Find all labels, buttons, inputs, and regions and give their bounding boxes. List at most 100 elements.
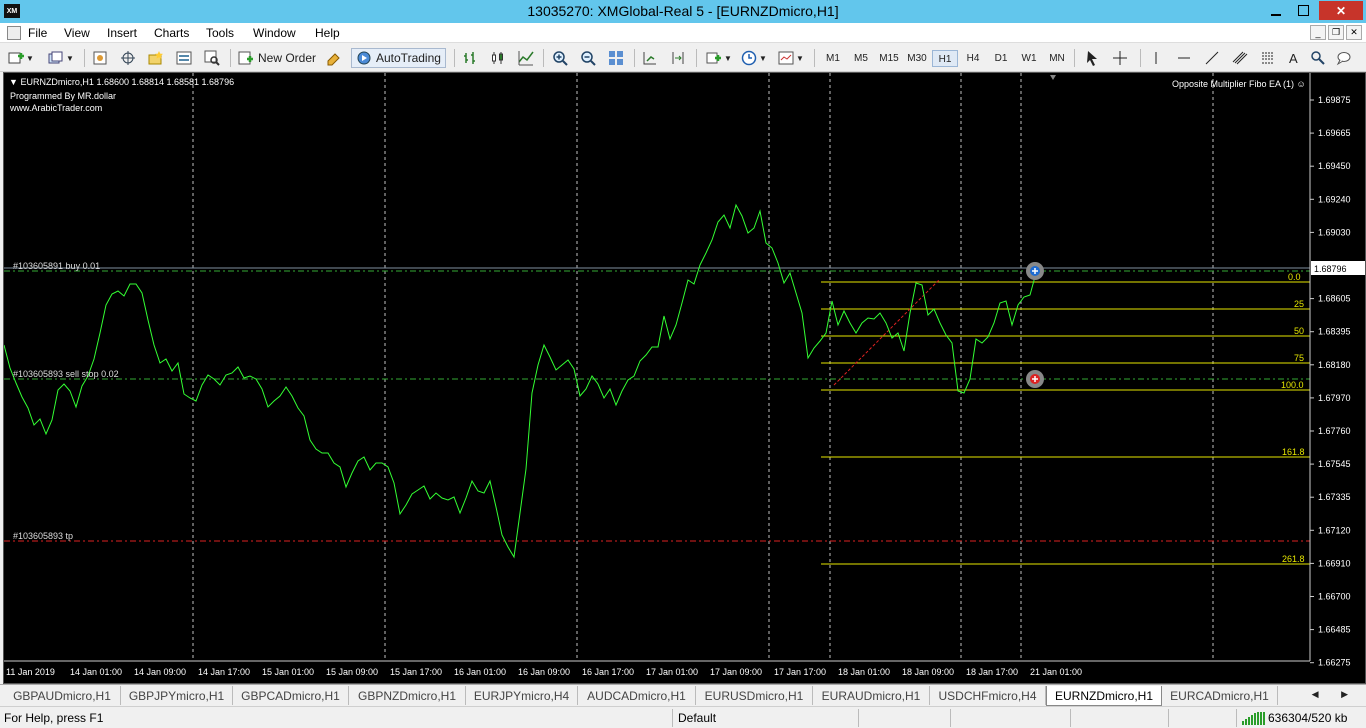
tab-gbpjpy-h1[interactable]: GBPJPYmicro,H1 [121,686,233,705]
star-folder-icon [148,51,163,65]
tab-scroll-arrows[interactable]: ◀ ▶ [1312,689,1358,700]
zoom-in-button[interactable] [552,48,568,68]
price-tick-label: 1.66485 [1318,625,1351,635]
timeframe-m5[interactable]: M5 [848,50,874,67]
time-tick-label: 18 Jan 01:00 [838,667,890,677]
tile-windows-button[interactable] [608,48,624,68]
time-tick-label: 16 Jan 09:00 [518,667,570,677]
tab-gbpcad-h1[interactable]: GBPCADmicro,H1 [233,686,349,705]
cursor-tool-button[interactable] [1084,48,1100,68]
mdi-close-button[interactable]: ✕ [1346,25,1362,40]
tab-gbpaud-h1[interactable]: GBPAUDmicro,H1 [4,686,121,705]
fibo-tool-button[interactable] [1260,48,1276,68]
timeframe-m15[interactable]: M15 [876,50,902,67]
fib-base-line [833,279,940,386]
periods-button[interactable]: ▼ [741,48,767,68]
bar-chart-button[interactable] [462,48,478,68]
label-tool-button[interactable] [1310,48,1326,68]
line-chart-icon [518,51,534,66]
timeframe-h4[interactable]: H4 [960,50,986,67]
chart-window-icon[interactable] [7,26,21,40]
expert-advisor-label[interactable]: Opposite Multiplier Fibo EA (1) ☺ [1172,79,1306,89]
price-axis-ticks: 1.69875 1.69665 1.69450 1.69240 1.69030 1.686… [1310,95,1351,668]
ea-comment-website: www.ArabicTrader.com [10,103,103,113]
maximize-icon [1298,5,1309,16]
tab-euraud-h1[interactable]: EURAUDmicro,H1 [813,686,930,705]
chart-shift-button[interactable] [670,48,686,68]
navigator-button[interactable] [120,48,136,68]
time-tick-label: 17 Jan 09:00 [710,667,762,677]
autotrading-button[interactable]: AutoTrading [351,48,446,68]
candlestick-chart-button[interactable] [490,48,506,68]
fib-label-0: 0.0 [1288,272,1301,282]
time-tick-label: 21 Jan 01:00 [1030,667,1082,677]
indicators-button[interactable]: ▼ [706,48,732,68]
tab-eurcad-h1[interactable]: EURCADmicro,H1 [1162,686,1278,705]
menu-file[interactable]: File [28,26,47,40]
terminal-button[interactable] [176,48,192,68]
time-tick-label: 16 Jan 17:00 [582,667,634,677]
tab-gbpnzd-h1[interactable]: GBPNZDmicro,H1 [349,686,466,705]
title-bar: XM 13035270: XMGlobal-Real 5 - [EURNZDmi… [0,0,1366,23]
tab-usdchf-h4[interactable]: USDCHFmicro,H4 [930,686,1046,705]
take-profit-label: #103605893 tp [13,531,74,541]
new-order-icon [238,51,253,65]
crosshair-tool-button[interactable] [1112,48,1128,68]
chart-canvas[interactable]: 1.69875 1.69665 1.69450 1.69240 1.69030 1.686… [4,73,1366,684]
crosshair-move-icon [121,51,135,65]
timeframe-m1[interactable]: M1 [820,50,846,67]
timeframe-h1[interactable]: H1 [932,50,958,67]
timeframe-mn[interactable]: MN [1044,50,1070,67]
time-tick-label: 14 Jan 09:00 [134,667,186,677]
new-chart-button[interactable]: ▼ [8,48,34,68]
timeframe-d1[interactable]: D1 [988,50,1014,67]
add-indicator-icon [706,52,721,64]
autotrading-icon [357,51,371,65]
ea-comment-author: Programmed By MR.dollar [10,91,117,101]
favorites-button[interactable] [148,48,164,68]
vertical-line-tool-button[interactable] [1148,48,1164,68]
templates-button[interactable]: ▼ [778,48,804,68]
mdi-minimize-button[interactable]: _ [1310,25,1326,40]
timeframe-w1[interactable]: W1 [1016,50,1042,67]
toolbar: ▼ ▼ New Order AutoTrading ▼ ▼ ▼ M1 M5 M1… [0,44,1366,72]
tab-eurnzd-h1[interactable]: EURNZDmicro,H1 [1046,686,1162,706]
tab-eurusd-h1[interactable]: EURUSDmicro,H1 [696,686,813,705]
horizontal-line-tool-button[interactable] [1176,48,1192,68]
channel-tool-button[interactable] [1232,48,1248,68]
buy-order-label: #103605891 buy 0.01 [13,261,101,271]
minimize-icon [1270,13,1281,16]
window-maximize-button[interactable] [1291,1,1316,20]
fib-label-100: 100.0 [1281,380,1304,390]
market-watch-button[interactable] [92,48,108,68]
strategy-tester-button[interactable] [204,48,220,68]
sell-stop-order-marker[interactable] [1026,370,1044,388]
window-minimize-button[interactable] [1263,1,1288,20]
chart-dropdown-icon[interactable]: ▼ [9,77,18,87]
buy-order-marker[interactable] [1026,262,1044,280]
text-tool-button[interactable]: A [1289,48,1298,68]
zoom-out-button[interactable] [580,48,596,68]
tab-eurjpy-h4[interactable]: EURJPYmicro,H4 [466,686,578,705]
timeframe-m30[interactable]: M30 [904,50,930,67]
menu-help[interactable]: Help [315,26,340,40]
current-price-label: 1.68796 [1314,264,1347,274]
price-chart[interactable]: 1.69875 1.69665 1.69450 1.69240 1.69030 1.686… [3,72,1366,684]
menu-charts[interactable]: Charts [154,26,189,40]
auto-scroll-button[interactable] [642,48,658,68]
window-close-button[interactable]: ✕ [1319,1,1363,20]
metaeditor-button[interactable] [326,48,342,68]
profiles-button[interactable]: ▼ [48,48,74,68]
fib-label-161: 161.8 [1282,447,1305,457]
menu-view[interactable]: View [64,26,90,40]
mdi-restore-button[interactable]: ❐ [1328,25,1344,40]
trendline-tool-button[interactable] [1204,48,1220,68]
tab-audcad-h1[interactable]: AUDCADmicro,H1 [578,686,696,705]
menu-tools[interactable]: Tools [206,26,234,40]
menu-window[interactable]: Window [253,26,296,40]
new-order-button[interactable]: New Order [238,48,316,68]
vertical-line-icon [1155,52,1157,64]
arrows-tool-button[interactable] [1336,48,1352,68]
line-chart-button[interactable] [518,48,534,68]
menu-insert[interactable]: Insert [107,26,137,40]
